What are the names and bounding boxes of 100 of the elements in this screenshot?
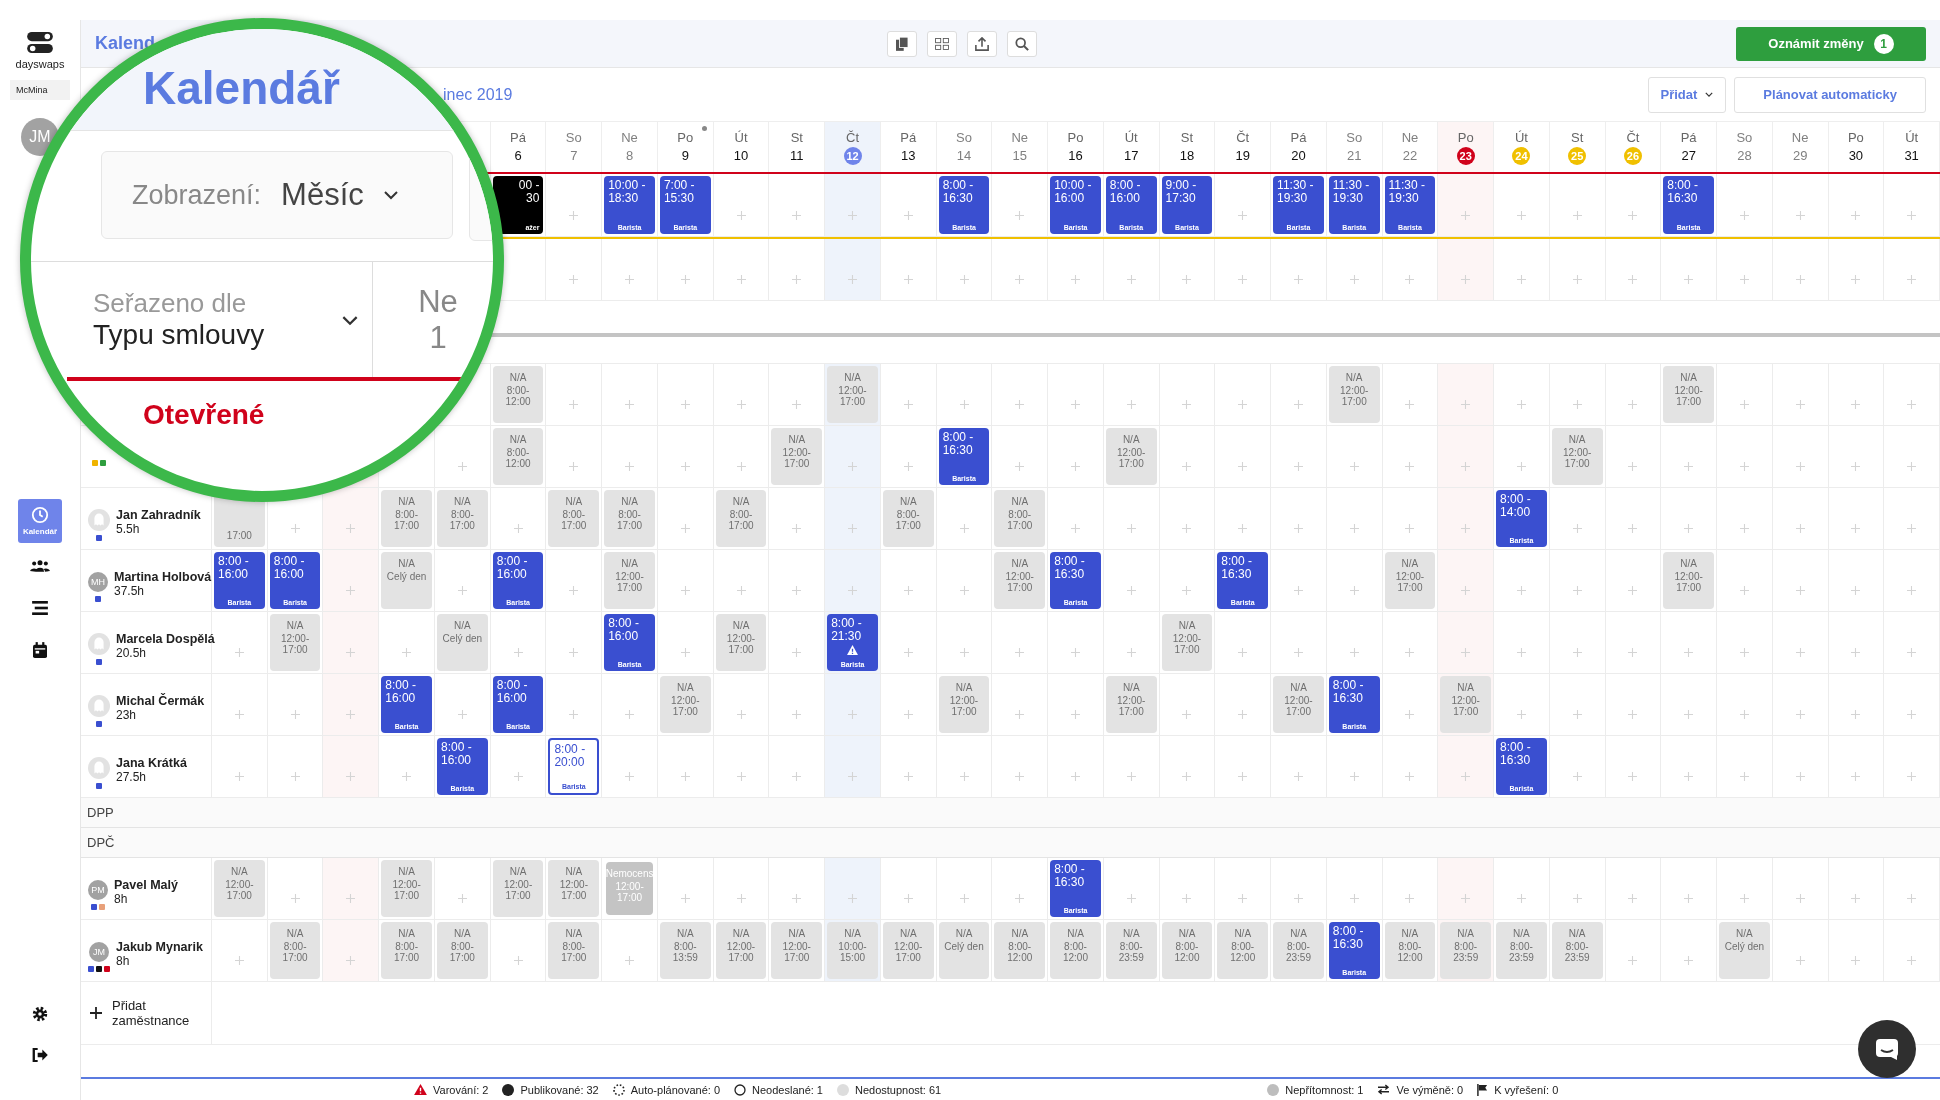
plus-icon[interactable] <box>959 524 969 533</box>
plus-icon[interactable] <box>457 586 467 595</box>
plus-icon[interactable] <box>1572 524 1582 533</box>
plus-icon[interactable] <box>1349 462 1359 471</box>
plus-icon[interactable] <box>1628 462 1638 471</box>
plus-icon[interactable] <box>1293 275 1303 284</box>
plus-icon[interactable] <box>680 400 690 409</box>
plus-icon[interactable] <box>1628 710 1638 719</box>
plus-icon[interactable] <box>1684 648 1694 657</box>
plus-icon[interactable] <box>234 710 244 719</box>
plus-icon[interactable] <box>1684 275 1694 284</box>
plus-icon[interactable] <box>1461 894 1471 903</box>
plus-icon[interactable] <box>1851 586 1861 595</box>
plus-icon[interactable] <box>1182 772 1192 781</box>
plus-icon[interactable] <box>513 956 523 965</box>
plus-icon[interactable] <box>736 211 746 220</box>
plus-icon[interactable] <box>1739 275 1749 284</box>
plus-icon[interactable] <box>1739 648 1749 657</box>
plus-icon[interactable] <box>959 400 969 409</box>
date-label[interactable]: 6 <box>514 146 522 165</box>
plus-icon[interactable] <box>1739 586 1749 595</box>
plus-icon[interactable] <box>1238 894 1248 903</box>
toolbar-button[interactable] <box>967 30 997 57</box>
plus-icon[interactable] <box>346 710 356 719</box>
plus-icon[interactable] <box>736 586 746 595</box>
plus-icon[interactable] <box>1015 275 1025 284</box>
plus-icon[interactable] <box>1126 648 1136 657</box>
plus-icon[interactable] <box>1293 524 1303 533</box>
employee-name[interactable]: Michal Čermák <box>116 694 216 708</box>
plus-icon[interactable] <box>1739 462 1749 471</box>
plus-icon[interactable] <box>1516 400 1526 409</box>
plus-icon[interactable] <box>792 648 802 657</box>
plus-icon[interactable] <box>1238 524 1248 533</box>
plus-icon[interactable] <box>1461 524 1471 533</box>
plus-icon[interactable] <box>1293 400 1303 409</box>
plus-icon[interactable] <box>1238 648 1248 657</box>
plus-icon[interactable] <box>1795 772 1805 781</box>
plus-icon[interactable] <box>1405 400 1415 409</box>
plus-icon[interactable] <box>1907 400 1917 409</box>
plus-icon[interactable] <box>1349 275 1359 284</box>
plus-icon[interactable] <box>234 772 244 781</box>
date-label[interactable]: 8 <box>625 146 634 165</box>
plus-icon[interactable] <box>1795 211 1805 220</box>
plus-icon[interactable] <box>569 586 579 595</box>
plus-icon[interactable] <box>1071 710 1080 719</box>
plus-icon[interactable] <box>1851 648 1861 657</box>
date-label[interactable]: 17 <box>1124 146 1139 165</box>
date-label[interactable]: 10 <box>733 146 749 165</box>
plus-icon[interactable] <box>625 772 635 781</box>
plus-icon[interactable] <box>903 462 913 471</box>
plus-icon[interactable] <box>402 772 412 781</box>
plus-icon[interactable] <box>1628 772 1638 781</box>
employee-name[interactable]: Pavel Malý <box>114 878 214 892</box>
employee-name[interactable]: Jakub Mynarik <box>116 940 216 954</box>
plus-icon[interactable] <box>1126 524 1136 533</box>
plus-icon[interactable] <box>903 772 913 781</box>
plus-icon[interactable] <box>1628 956 1638 965</box>
auto-plan-button[interactable]: Plánovat automaticky <box>1734 76 1926 113</box>
plus-icon[interactable] <box>736 275 746 284</box>
plus-icon[interactable] <box>569 275 579 284</box>
plus-icon[interactable] <box>1684 772 1694 781</box>
plus-icon[interactable] <box>457 462 467 471</box>
plus-icon[interactable] <box>346 956 356 965</box>
plus-icon[interactable] <box>959 648 969 657</box>
plus-icon[interactable] <box>402 648 412 657</box>
plus-icon[interactable] <box>1851 956 1861 965</box>
plus-icon[interactable] <box>792 894 802 903</box>
plus-icon[interactable] <box>1405 894 1415 903</box>
plus-icon[interactable] <box>1015 400 1025 409</box>
plus-icon[interactable] <box>903 275 913 284</box>
plus-icon[interactable] <box>1182 710 1192 719</box>
plus-icon[interactable] <box>959 275 969 284</box>
plus-icon[interactable] <box>1349 772 1359 781</box>
date-label[interactable]: 13 <box>901 146 916 165</box>
plus-icon[interactable] <box>680 772 690 781</box>
plus-icon[interactable] <box>1907 524 1917 533</box>
plus-icon[interactable] <box>1907 710 1917 719</box>
plus-icon[interactable] <box>346 772 356 781</box>
plus-icon[interactable] <box>1795 524 1805 533</box>
plus-icon[interactable] <box>1851 462 1861 471</box>
toolbar-button[interactable] <box>927 30 957 57</box>
plus-icon[interactable] <box>1851 894 1861 903</box>
plus-icon[interactable] <box>903 586 913 595</box>
plus-icon[interactable] <box>1907 894 1917 903</box>
plus-icon[interactable] <box>1126 400 1136 409</box>
plus-icon[interactable] <box>1182 462 1192 471</box>
plus-icon[interactable] <box>625 710 635 719</box>
plus-icon[interactable] <box>1126 275 1136 284</box>
plus-icon[interactable] <box>1071 275 1080 284</box>
plus-icon[interactable] <box>1015 710 1025 719</box>
plus-icon[interactable] <box>1293 586 1303 595</box>
date-label[interactable]: 31 <box>1904 146 1919 165</box>
date-label[interactable]: 14 <box>956 146 972 165</box>
plus-icon[interactable] <box>680 586 690 595</box>
plus-icon[interactable] <box>346 524 356 533</box>
plus-icon[interactable] <box>848 710 857 719</box>
plus-icon[interactable] <box>1628 894 1638 903</box>
plus-icon[interactable] <box>792 275 802 284</box>
plus-icon[interactable] <box>625 275 635 284</box>
plus-icon[interactable] <box>1795 956 1805 965</box>
